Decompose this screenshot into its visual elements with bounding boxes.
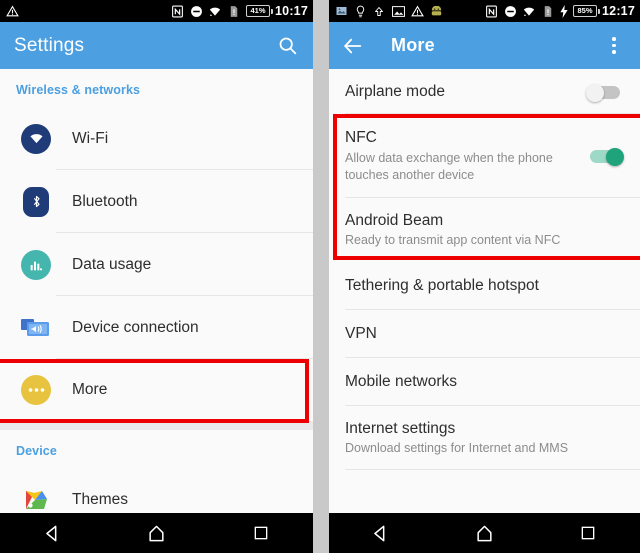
sidebar-item-device-connection[interactable]: Device connection (0, 296, 313, 359)
left-status-bar: 41% 10:17 (0, 0, 313, 22)
section-header-device: Device (16, 444, 57, 458)
item-subtitle: Allow data exchange when the phone touch… (345, 150, 553, 182)
item-title: NFC (345, 129, 377, 147)
search-icon[interactable] (275, 34, 299, 58)
overflow-menu-icon[interactable] (602, 34, 626, 58)
status-clock: 12:17 (602, 3, 635, 18)
list-item-internet-settings[interactable]: Internet settings Download settings for … (329, 405, 640, 470)
left-phone-panel: 41% 10:17 Settings Wireless & networks W… (0, 0, 313, 553)
data-usage-icon (16, 245, 56, 285)
battery-indicator: 41% (246, 5, 274, 17)
item-title: Mobile networks (345, 373, 457, 391)
list-item-nfc[interactable]: NFC Allow data exchange when the phone t… (329, 114, 640, 198)
list-item-airplane-mode[interactable]: Airplane mode (329, 69, 640, 115)
item-title: Tethering & portable hotspot (345, 277, 539, 295)
item-subtitle: Ready to transmit app content via NFC (345, 232, 561, 247)
dnd-icon (503, 4, 517, 18)
sidebar-item-data-usage[interactable]: Data usage (0, 233, 313, 296)
sidebar-item-label: More (72, 381, 108, 398)
sim-alert-icon (227, 4, 241, 18)
item-subtitle: Download settings for Internet and MMS (345, 441, 569, 456)
device-connection-icon (16, 308, 56, 348)
recents-square-icon[interactable] (239, 520, 283, 546)
recents-square-icon[interactable] (566, 520, 610, 546)
tip-bulb-icon (353, 4, 367, 18)
wifi-icon (16, 119, 56, 159)
right-nav-bar (329, 513, 640, 553)
upload-icon (372, 4, 386, 18)
sidebar-item-label: Bluetooth (72, 192, 138, 210)
list-item-tethering[interactable]: Tethering & portable hotspot (329, 261, 640, 310)
home-icon[interactable] (462, 520, 506, 546)
more-dots-icon (16, 370, 56, 410)
wifi-icon (522, 4, 536, 18)
right-settings-list: Airplane mode NFC Allow data exchange wh… (329, 69, 640, 470)
right-phone-panel: 85% 12:17 More Airplane mode NFC Allow d… (329, 0, 640, 553)
left-nav-bar (0, 513, 313, 553)
sidebar-item-label: Themes (72, 490, 128, 508)
right-status-bar: 85% 12:17 (329, 0, 640, 22)
android-icon (429, 4, 443, 18)
screenshot-icon (334, 4, 348, 18)
item-title: VPN (345, 325, 377, 343)
screenshot-stage: 41% 10:17 Settings Wireless & networks W… (0, 0, 640, 553)
sidebar-item-label: Device connection (72, 318, 199, 336)
nfc-toggle[interactable] (586, 147, 624, 166)
airplane-mode-toggle[interactable] (586, 83, 624, 102)
row-divider (345, 469, 640, 470)
sidebar-item-label: Data usage (72, 255, 152, 273)
warning-triangle-icon (410, 4, 424, 18)
item-title: Internet settings (345, 419, 456, 437)
sidebar-item-more[interactable]: More (0, 359, 313, 421)
dnd-icon (189, 4, 203, 18)
sim-alert-icon (541, 4, 555, 18)
list-item-mobile-networks[interactable]: Mobile networks (329, 357, 640, 406)
page-title: Settings (14, 34, 85, 56)
back-arrow-icon[interactable] (341, 34, 365, 58)
sidebar-item-label: Wi-Fi (72, 129, 109, 147)
status-clock: 10:17 (275, 3, 308, 18)
section-header-wireless: Wireless & networks (16, 83, 141, 97)
nfc-icon (170, 4, 184, 18)
right-app-bar: More (329, 22, 640, 69)
section-gap (0, 421, 313, 430)
back-triangle-icon[interactable] (30, 520, 74, 546)
nfc-icon (484, 4, 498, 18)
back-triangle-icon[interactable] (359, 520, 403, 546)
left-settings-list: Wireless & networks Wi-Fi Bluetooth Data… (0, 69, 313, 531)
item-title: Android Beam (345, 211, 444, 229)
charging-bolt-icon (560, 4, 568, 18)
left-app-bar: Settings (0, 22, 313, 69)
image-icon (391, 4, 405, 18)
item-title: Airplane mode (345, 83, 445, 100)
bluetooth-icon (16, 182, 56, 222)
sidebar-item-bluetooth[interactable]: Bluetooth (0, 170, 313, 233)
list-item-vpn[interactable]: VPN (329, 309, 640, 358)
list-item-android-beam[interactable]: Android Beam Ready to transmit app conte… (329, 197, 640, 262)
sidebar-item-wifi[interactable]: Wi-Fi (0, 107, 313, 170)
page-title: More (391, 35, 435, 55)
wifi-icon (208, 4, 222, 18)
warning-triangle-icon (5, 4, 19, 18)
home-icon[interactable] (134, 520, 178, 546)
battery-indicator: 85% (573, 5, 601, 17)
